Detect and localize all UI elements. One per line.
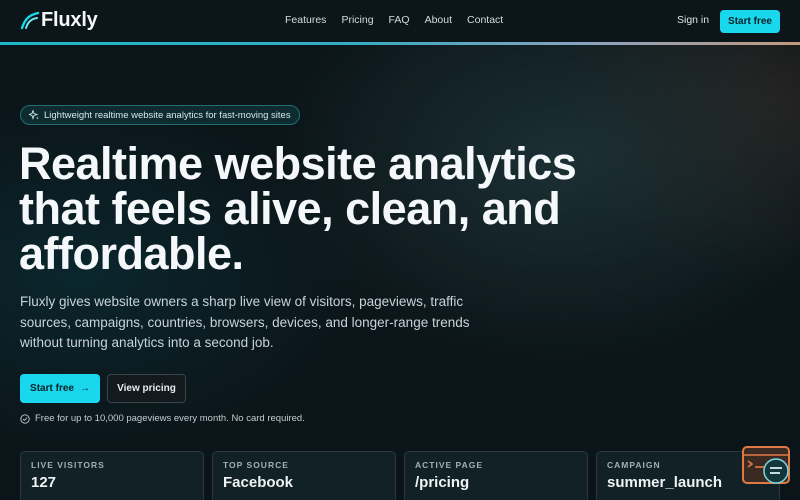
view-pricing-button[interactable]: View pricing [107,374,186,403]
start-free-label: Start free [30,383,74,394]
stat-value: Facebook [223,474,294,491]
nav-link-pricing[interactable]: Pricing [341,14,373,26]
stat-card-live-visitors: LIVE VISITORS 127 [20,451,204,500]
stat-card-active-page: ACTIVE PAGE /pricing [404,451,588,500]
stat-label: TOP SOURCE [223,460,289,470]
support-widget-icon[interactable] [742,446,790,486]
arrow-right-icon: → [79,383,90,394]
stat-label: ACTIVE PAGE [415,460,483,470]
free-tier-note-text: Free for up to 10,000 pageviews every mo… [35,413,305,424]
brand-logo[interactable]: Fluxly [20,9,98,32]
stat-label: LIVE VISITORS [31,460,105,470]
stat-value: /pricing [415,474,470,491]
hero-badge-text: Lightweight realtime website analytics f… [44,109,291,121]
sign-in-link[interactable]: Sign in [677,14,709,26]
stat-card-top-source: TOP SOURCE Facebook [212,451,396,500]
nav-accent-line [0,42,800,45]
hero-subtitle: Fluxly gives website owners a sharp live… [20,294,470,350]
check-circle-icon [20,413,30,424]
hero-title-line-3: affordable. [19,228,244,279]
nav-link-features[interactable]: Features [285,14,326,26]
hero-title: Realtime website analytics that feels al… [19,141,639,276]
logo-icon [20,11,40,29]
free-tier-note: Free for up to 10,000 pageviews every mo… [20,413,305,424]
brand-name: Fluxly [41,9,98,31]
stat-value: 127 [31,474,57,491]
hero-title-line-2: that feels alive, clean, and [19,183,561,234]
hero-badge: Lightweight realtime website analytics f… [20,105,300,125]
hero-title-line-1: Realtime website analytics [19,138,577,189]
sparkle-icon [29,110,39,120]
nav-start-free-button[interactable]: Start free [720,10,780,33]
nav-link-contact[interactable]: Contact [467,14,503,26]
nav-link-faq[interactable]: FAQ [389,14,410,26]
nav-link-about[interactable]: About [425,14,452,26]
start-free-button[interactable]: Start free → [20,374,100,403]
nav-menu: Features Pricing FAQ About Contact [285,14,518,26]
top-navbar: Fluxly Features Pricing FAQ About Contac… [0,0,800,43]
